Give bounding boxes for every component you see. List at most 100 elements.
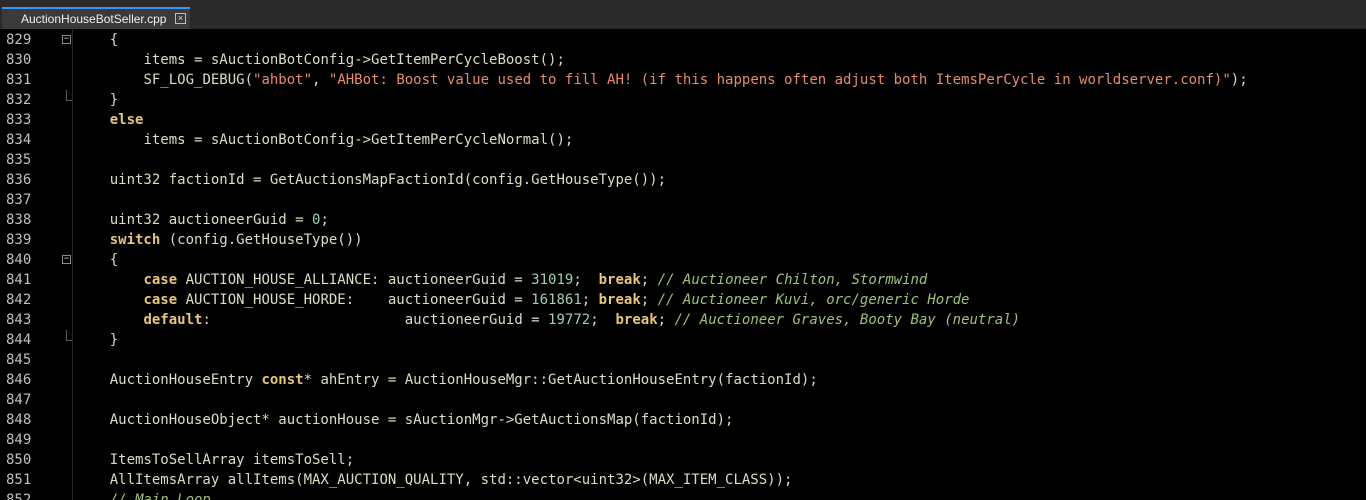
code-token: } xyxy=(109,92,119,108)
code-line[interactable]: 849 xyxy=(0,430,1366,450)
fold-toggle-icon[interactable]: − xyxy=(62,255,71,264)
line-number: 851 xyxy=(6,472,32,488)
code-token: switch xyxy=(109,232,161,248)
code-line[interactable]: 837 xyxy=(0,190,1366,210)
code-line[interactable]: 840 − { xyxy=(0,250,1366,270)
code-token: // Auctioneer Graves, Booty Bay (neutral… xyxy=(674,312,1021,328)
code-line[interactable]: 841 case AUCTION_HOUSE_ALLIANCE: auction… xyxy=(0,270,1366,290)
line-number: 848 xyxy=(6,412,32,428)
code-line[interactable]: 834 items = sAuctionBotConfig->GetItemPe… xyxy=(0,130,1366,150)
line-number: 849 xyxy=(6,432,32,448)
code-token: ; xyxy=(657,312,675,328)
line-number: 835 xyxy=(6,152,32,168)
close-icon[interactable]: × xyxy=(175,13,186,24)
line-number: 831 xyxy=(6,72,32,88)
code-token: (config.GetHouseType()) xyxy=(160,232,363,248)
code-token: "ahbot" xyxy=(253,72,313,88)
line-number: 852 xyxy=(6,492,32,500)
code-token: ; xyxy=(573,272,599,288)
code-text: uint32 auctioneerGuid = 0; xyxy=(76,210,329,230)
code-line[interactable]: 842 case AUCTION_HOUSE_HORDE: auctioneer… xyxy=(0,290,1366,310)
code-line[interactable]: 832 } xyxy=(0,90,1366,110)
code-token: uint32 auctioneerGuid = xyxy=(109,212,313,228)
code-line[interactable]: 838 uint32 auctioneerGuid = 0; xyxy=(0,210,1366,230)
code-text: switch (config.GetHouseType()) xyxy=(76,230,363,250)
code-line[interactable]: 846 AuctionHouseEntry const* ahEntry = A… xyxy=(0,370,1366,390)
code-line[interactable]: 835 xyxy=(0,150,1366,170)
code-text: { xyxy=(76,30,118,50)
line-number: 850 xyxy=(6,452,32,468)
code-line[interactable]: 850 ItemsToSellArray itemsToSell; xyxy=(0,450,1366,470)
file-tab[interactable]: AuctionHouseBotSeller.cpp × xyxy=(2,7,190,29)
code-line[interactable]: 852 // Main Loop xyxy=(0,490,1366,500)
code-token: else xyxy=(109,112,144,128)
code-line[interactable]: 829 − { xyxy=(0,30,1366,50)
code-text: // Main Loop xyxy=(76,490,211,500)
code-text: case AUCTION_HOUSE_ALLIANCE: auctioneerG… xyxy=(76,270,927,290)
line-number: 837 xyxy=(6,192,32,208)
line-number: 843 xyxy=(6,312,32,328)
fold-toggle-icon[interactable]: − xyxy=(62,35,71,44)
code-token: ; xyxy=(590,312,616,328)
code-token: items = sAuctionBotConfig->GetItemPerCyc… xyxy=(143,52,565,68)
code-text: } xyxy=(76,330,118,350)
code-text: items = sAuctionBotConfig->GetItemPerCyc… xyxy=(76,50,565,70)
line-number: 836 xyxy=(6,172,32,188)
code-line[interactable]: 843 default: auctioneerGuid = 19772; bre… xyxy=(0,310,1366,330)
code-text: uint32 factionId = GetAuctionsMapFaction… xyxy=(76,170,666,190)
code-line[interactable]: 848 AuctionHouseObject* auctionHouse = s… xyxy=(0,410,1366,430)
code-editor[interactable]: 829 − {830 items = sAuctionBotConfig->Get… xyxy=(0,29,1366,500)
code-token: ); xyxy=(1230,72,1248,88)
code-line[interactable]: 839 switch (config.GetHouseType()) xyxy=(0,230,1366,250)
code-token: ; xyxy=(581,292,599,308)
file-tab-label: AuctionHouseBotSeller.cpp xyxy=(21,12,167,26)
code-token: case xyxy=(143,292,178,308)
code-line[interactable]: 831 SF_LOG_DEBUG("ahbot", "AHBot: Boost … xyxy=(0,70,1366,90)
code-token: ; xyxy=(640,272,658,288)
code-token: case xyxy=(143,272,178,288)
code-token: ; xyxy=(640,292,658,308)
line-number: 833 xyxy=(6,112,32,128)
code-line[interactable]: 830 items = sAuctionBotConfig->GetItemPe… xyxy=(0,50,1366,70)
code-token: { xyxy=(109,32,119,48)
code-token: break xyxy=(598,292,641,308)
line-number: 839 xyxy=(6,232,32,248)
code-token: SF_LOG_DEBUG( xyxy=(143,72,254,88)
code-text: AuctionHouseObject* auctionHouse = sAuct… xyxy=(76,410,734,430)
fold-end-marker xyxy=(66,330,72,341)
code-token: : auctioneerGuid = xyxy=(202,312,549,328)
code-token: ItemsToSellArray itemsToSell; xyxy=(109,452,355,468)
code-text: else xyxy=(76,110,144,130)
line-number: 840 xyxy=(6,252,32,268)
code-line[interactable]: 851 AllItemsArray allItems(MAX_AUCTION_Q… xyxy=(0,470,1366,490)
line-number: 845 xyxy=(6,352,32,368)
line-number: 841 xyxy=(6,272,32,288)
code-line[interactable]: 845 xyxy=(0,350,1366,370)
line-number: 844 xyxy=(6,332,32,348)
code-line[interactable]: 833 else xyxy=(0,110,1366,130)
code-text: } xyxy=(76,90,118,110)
code-token: AuctionHouseEntry xyxy=(109,372,262,388)
line-number: 832 xyxy=(6,92,32,108)
code-token: // Auctioneer Chilton, Stormwind xyxy=(657,272,928,288)
code-text: { xyxy=(76,250,118,270)
code-token: 31019 xyxy=(531,272,574,288)
line-number: 830 xyxy=(6,52,32,68)
code-token: ; xyxy=(320,212,329,228)
code-text: AllItemsArray allItems(MAX_AUCTION_QUALI… xyxy=(76,470,793,490)
code-text: case AUCTION_HOUSE_HORDE: auctioneerGuid… xyxy=(76,290,969,310)
code-token: // Main Loop xyxy=(109,492,211,500)
code-line[interactable]: 836 uint32 factionId = GetAuctionsMapFac… xyxy=(0,170,1366,190)
code-line[interactable]: 844 } xyxy=(0,330,1366,350)
code-text: default: auctioneerGuid = 19772; break; … xyxy=(76,310,1020,330)
line-number: 829 xyxy=(6,32,32,48)
code-line[interactable]: 847 xyxy=(0,390,1366,410)
code-token: { xyxy=(109,252,119,268)
code-token: * ahEntry = AuctionHouseMgr::GetAuctionH… xyxy=(303,372,818,388)
code-token: } xyxy=(109,332,119,348)
line-number: 847 xyxy=(6,392,32,408)
line-number: 834 xyxy=(6,132,32,148)
code-token: items = sAuctionBotConfig->GetItemPerCyc… xyxy=(143,132,574,148)
code-token: uint32 factionId = GetAuctionsMapFaction… xyxy=(109,172,667,188)
code-token: 161861 xyxy=(531,292,582,308)
